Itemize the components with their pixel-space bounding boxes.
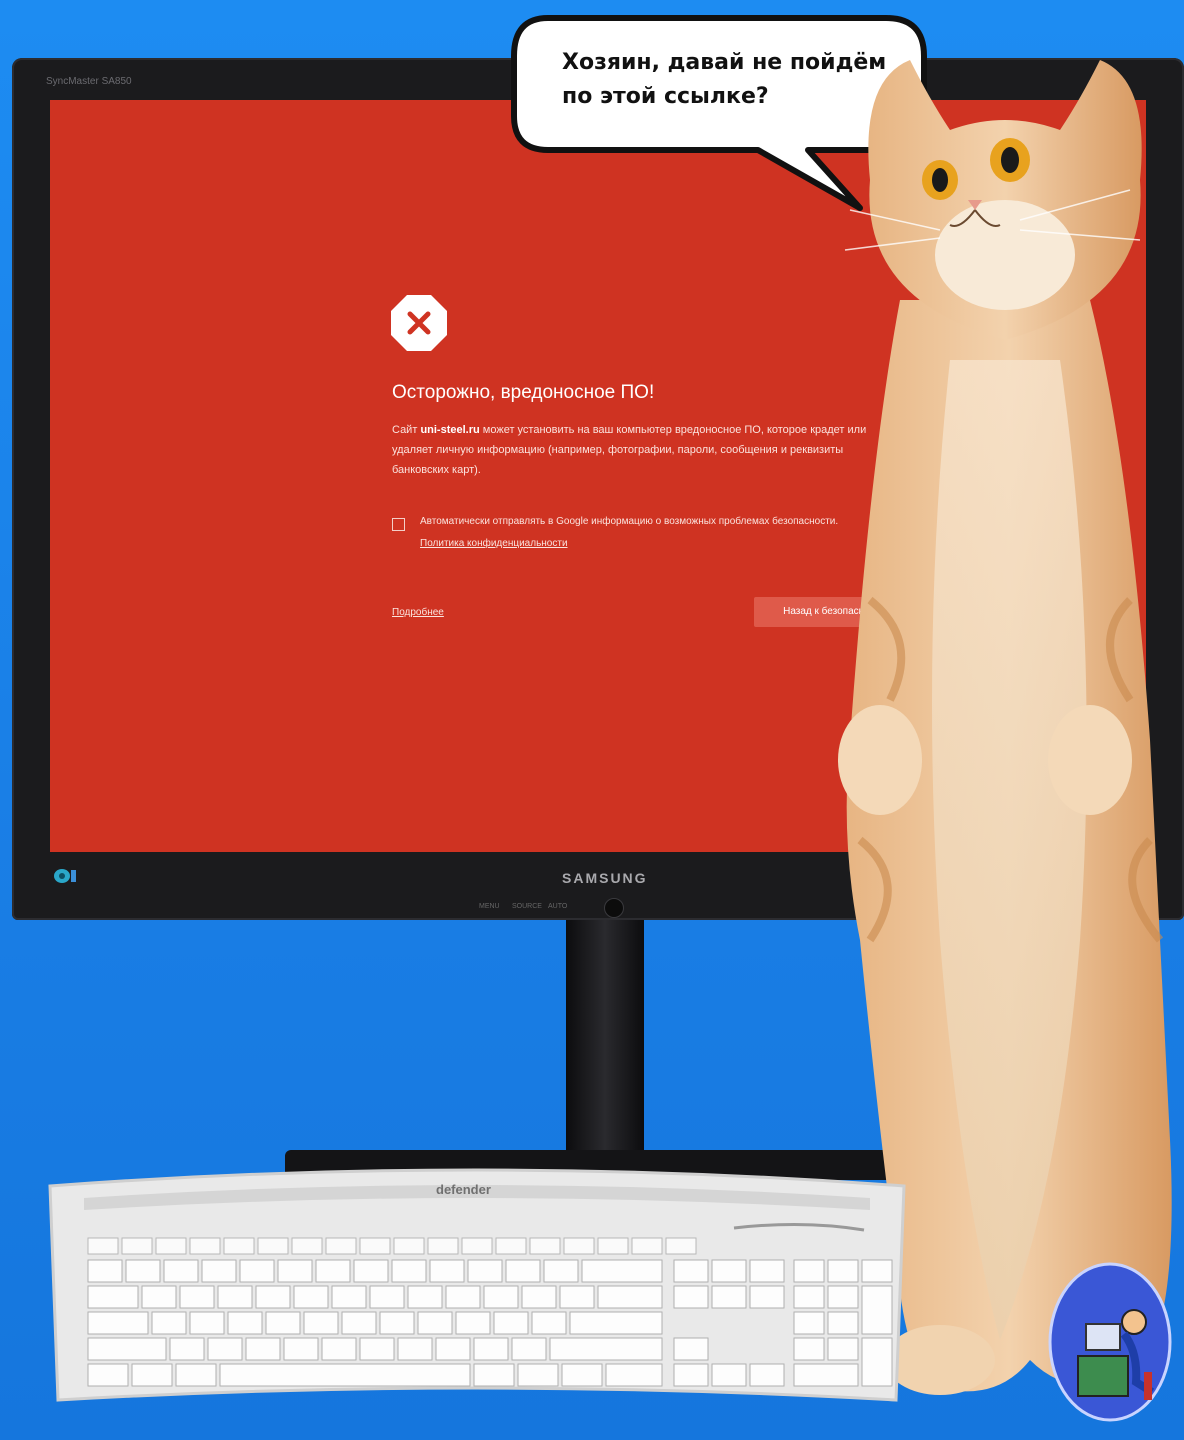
monitor-model-label: SyncMaster SA850 bbox=[46, 76, 132, 87]
monitor-menu-button[interactable]: MENU bbox=[479, 903, 500, 910]
warning-body-prefix: Сайт bbox=[392, 424, 421, 436]
monitor-source-button[interactable]: SOURCE bbox=[512, 903, 542, 910]
monitor-brand: SAMSUNG bbox=[562, 870, 648, 886]
warning-title: Осторожно, вредоносное ПО! bbox=[392, 382, 655, 403]
pc-user-logo bbox=[1048, 1262, 1172, 1422]
monitor-power-button[interactable] bbox=[604, 898, 624, 918]
monitor-auto-button[interactable]: AUTO bbox=[548, 903, 567, 910]
keyboard-illustration bbox=[48, 1168, 906, 1402]
eco-indicator-icon bbox=[54, 869, 76, 883]
privacy-policy-link[interactable]: Политика конфиденциальности bbox=[420, 538, 568, 549]
details-link[interactable]: Подробнее bbox=[392, 607, 444, 618]
report-checkbox[interactable] bbox=[392, 518, 405, 531]
stop-x-icon bbox=[391, 295, 447, 351]
keyboard-brand: defender bbox=[436, 1182, 491, 1197]
monitor-stand-neck bbox=[566, 918, 644, 1168]
warning-description: Сайт uni-steel.ru может установить на ва… bbox=[392, 420, 892, 480]
warning-site: uni-steel.ru bbox=[420, 424, 480, 436]
